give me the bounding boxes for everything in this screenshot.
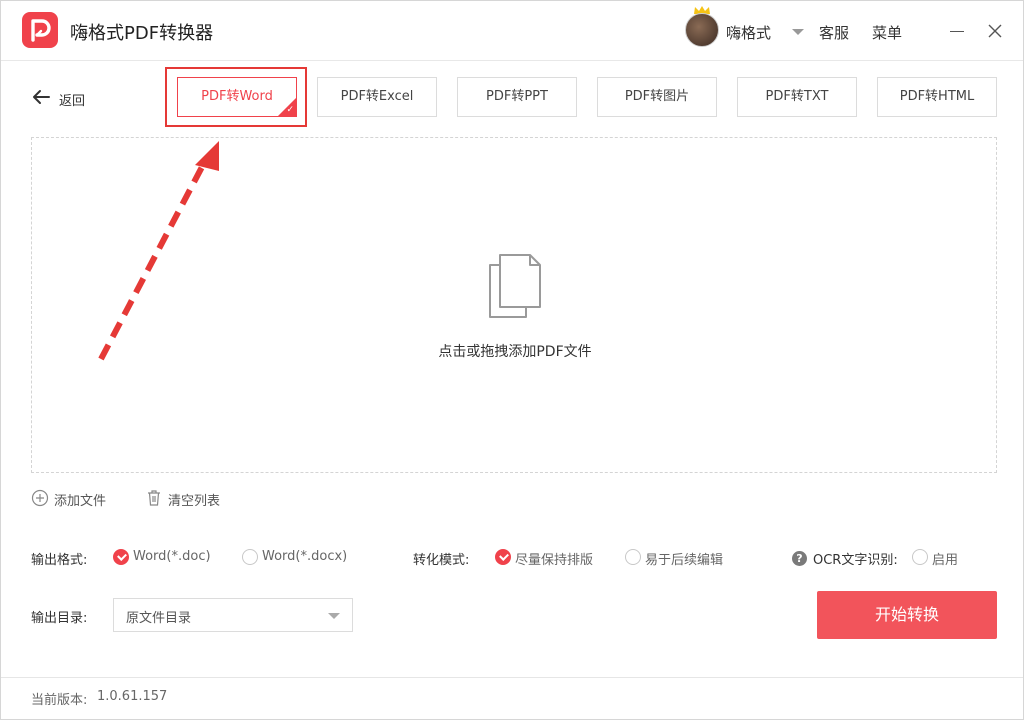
radio-label: 启用 [932,553,959,568]
close-icon [988,24,1002,38]
start-convert-button[interactable]: 开始转换 [817,591,997,639]
tab-pdf-to-image[interactable]: PDF转图片 [597,77,717,117]
close-button[interactable] [987,23,1003,39]
tab-pdf-to-ppt[interactable]: PDF转PPT [457,77,577,117]
trash-icon [148,490,160,506]
radio-label: Word(*.doc) [133,549,211,564]
pdf-logo-icon [22,12,58,48]
status-footer: 当前版本: 1.0.61.157 [1,677,1023,719]
radio-circle-icon [912,549,928,565]
tab-pdf-to-txt[interactable]: PDF转TXT [737,77,857,117]
menu-link[interactable]: 菜单 [872,22,902,43]
avatar[interactable] [685,13,719,47]
radio-label: 尽量保持排版 [515,553,594,568]
document-icon [489,254,541,318]
output-dir-select[interactable]: 原文件目录 [113,598,353,632]
tab-label: PDF转PPT [486,89,548,104]
tab-label: PDF转Excel [340,89,414,104]
clear-list-label: 清空列表 [168,494,221,509]
output-format-label: 输出格式: [31,553,88,568]
chevron-down-icon[interactable] [792,29,804,35]
app-window: 嗨格式PDF转换器 嗨格式 客服 菜单 返回 PDF转Word ✓ PDF转Ex… [0,0,1024,720]
help-icon[interactable]: ? [792,551,807,566]
customer-service-link[interactable]: 客服 [819,22,849,43]
tab-label: PDF转Word [201,89,273,104]
annotation-arrow-icon [98,141,219,361]
add-file-label: 添加文件 [54,494,107,509]
plus-circle-icon [31,489,49,507]
tab-label: PDF转TXT [765,89,829,104]
radio-circle-icon [242,549,258,565]
version-label: 当前版本: [31,693,88,708]
chevron-down-icon [328,613,340,619]
convert-mode-label: 转化模式: [413,553,470,568]
username[interactable]: 嗨格式 [726,22,771,43]
radio-check-icon [113,549,129,565]
version-value: 1.0.61.157 [97,689,168,704]
tab-label: PDF转图片 [624,89,690,104]
radio-check-icon [495,549,511,565]
ocr-label: OCR文字识别: [813,553,898,568]
tab-pdf-to-html[interactable]: PDF转HTML [877,77,997,117]
radio-label: 易于后续编辑 [645,553,724,568]
minimize-button[interactable] [949,23,965,39]
app-title: 嗨格式PDF转换器 [70,23,214,44]
tab-pdf-to-excel[interactable]: PDF转Excel [317,77,437,117]
back-label: 返回 [59,94,86,109]
title-bar: 嗨格式PDF转换器 嗨格式 客服 菜单 [1,1,1023,61]
arrow-left-icon [33,90,50,104]
tab-pdf-to-word[interactable]: PDF转Word ✓ [177,77,297,117]
radio-circle-icon [625,549,641,565]
output-dir-value: 原文件目录 [126,611,192,626]
tab-label: PDF转HTML [899,89,975,104]
check-icon: ✓ [286,105,294,115]
radio-label: Word(*.docx) [262,549,348,564]
output-dir-label: 输出目录: [31,611,88,626]
